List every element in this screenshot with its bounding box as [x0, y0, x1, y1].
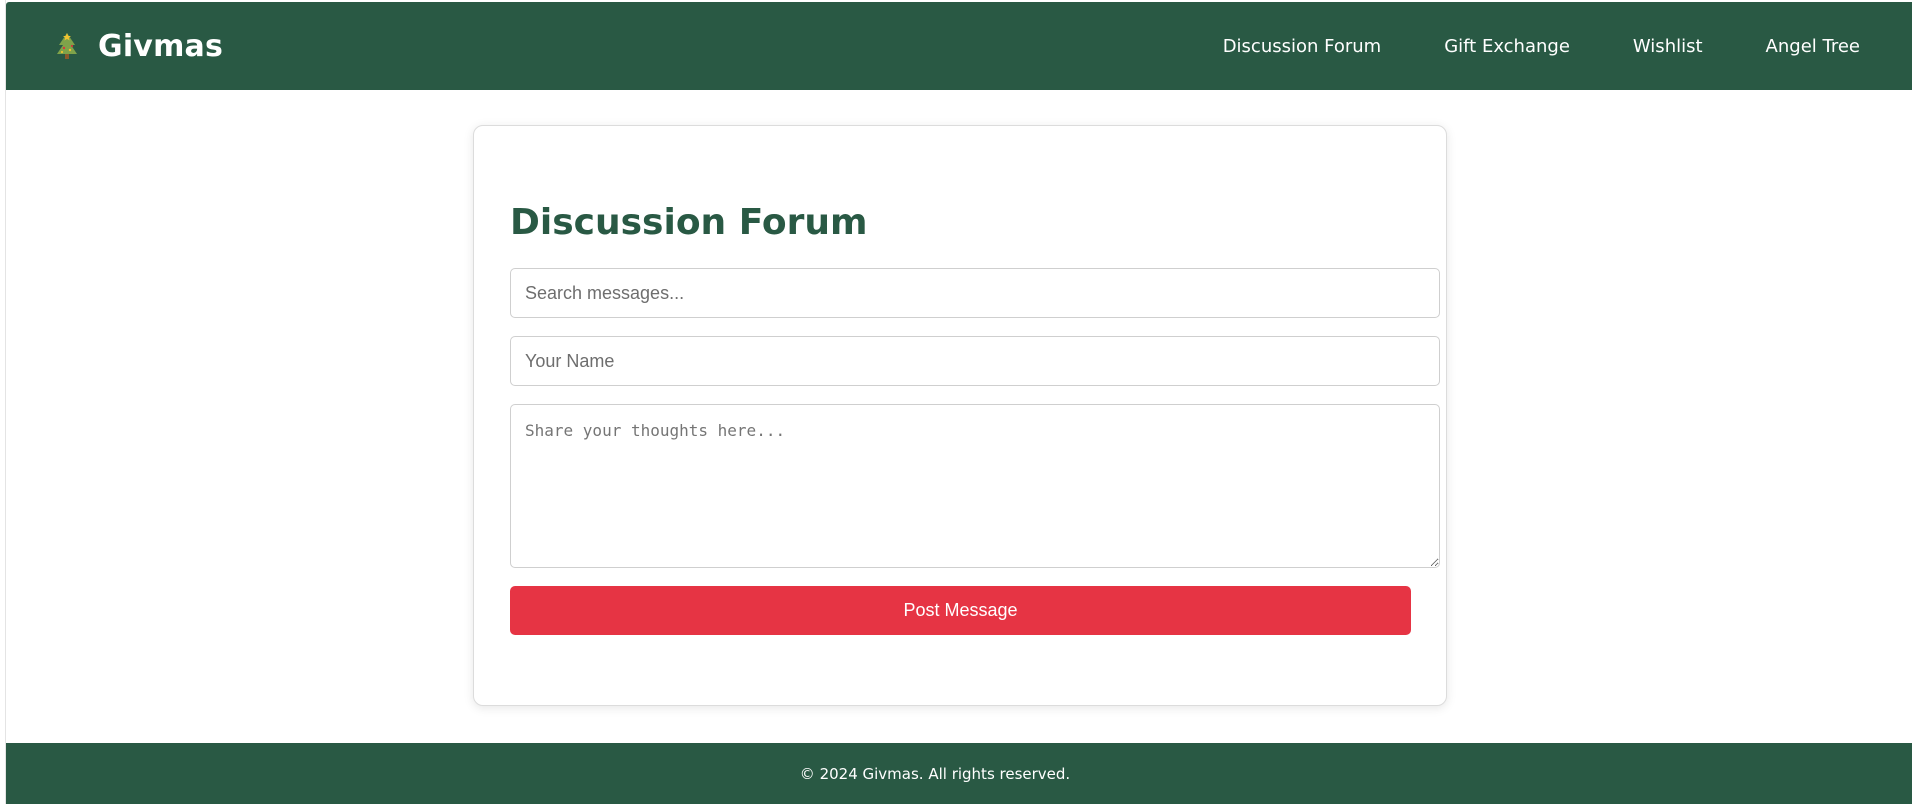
nav-gift-exchange[interactable]: Gift Exchange	[1444, 36, 1570, 57]
copyright-text: © 2024 Givmas. All rights reserved.	[799, 764, 1071, 783]
page-title: Discussion Forum	[510, 202, 868, 243]
main-nav: Discussion Forum Gift Exchange Wishlist …	[1223, 2, 1860, 90]
footer: © 2024 Givmas. All rights reserved.	[6, 743, 1912, 804]
nav-angel-tree[interactable]: Angel Tree	[1766, 36, 1860, 57]
message-textarea[interactable]	[510, 404, 1440, 568]
window-left-edge	[0, 0, 6, 804]
post-message-button[interactable]: Post Message	[510, 586, 1411, 635]
brand[interactable]: Givmas	[50, 2, 223, 90]
top-navigation-bar: Givmas Discussion Forum Gift Exchange Wi…	[6, 2, 1912, 90]
brand-name: Givmas	[98, 28, 224, 64]
page: Givmas Discussion Forum Gift Exchange Wi…	[0, 0, 1912, 804]
nav-discussion-forum[interactable]: Discussion Forum	[1223, 36, 1382, 57]
christmas-tree-icon	[50, 29, 84, 63]
nav-wishlist[interactable]: Wishlist	[1633, 36, 1703, 57]
search-input[interactable]	[510, 268, 1440, 318]
name-input[interactable]	[510, 336, 1440, 386]
forum-card: Discussion Forum Post Message	[473, 125, 1447, 706]
